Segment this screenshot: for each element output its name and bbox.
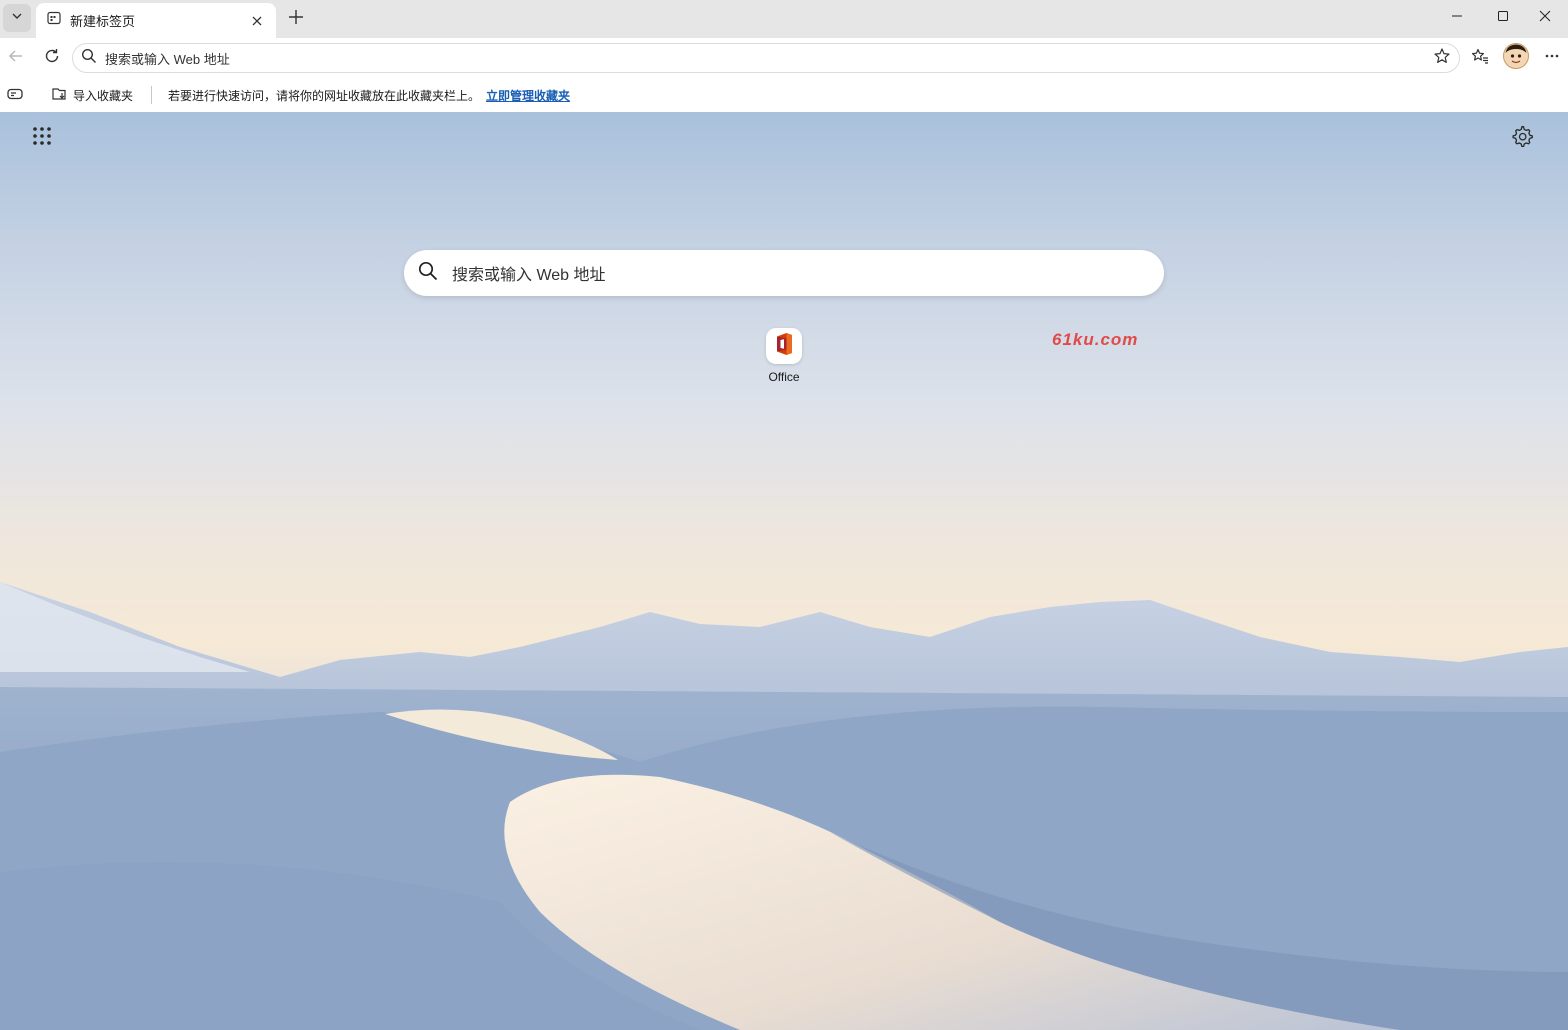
quick-link-label: Office	[768, 370, 800, 384]
import-favorites-button[interactable]: 导入收藏夹	[50, 78, 133, 112]
newtab-page-icon	[46, 10, 62, 31]
office-icon	[773, 332, 795, 361]
minimize-icon	[1451, 9, 1463, 27]
plus-icon	[288, 9, 304, 30]
quick-link-office[interactable]: Office	[754, 328, 814, 388]
manage-favorites-link[interactable]: 立即管理收藏夹	[486, 87, 570, 104]
new-tab-button[interactable]	[283, 6, 309, 32]
favorites-icon	[1471, 47, 1489, 70]
search-input[interactable]: 搜索或输入 Web 地址	[452, 261, 606, 285]
favorites-hint: 若要进行快速访问，请将你的网址收藏放在此收藏夹栏上。 立即管理收藏夹	[168, 78, 570, 112]
close-icon[interactable]	[248, 12, 266, 30]
favorites-bar: 导入收藏夹 若要进行快速访问，请将你的网址收藏放在此收藏夹栏上。 立即管理收藏夹	[0, 78, 1568, 112]
import-favorites-icon	[50, 85, 68, 106]
tab-actions-button[interactable]	[3, 4, 31, 32]
maximize-icon	[1497, 9, 1509, 27]
apps-launcher-button[interactable]	[28, 124, 56, 152]
tab-new-tab[interactable]: 新建标签页	[36, 3, 276, 38]
divider	[151, 86, 152, 104]
apps-grid-icon	[32, 126, 52, 151]
navigation-toolbar: 搜索或输入 Web 地址	[0, 38, 1568, 78]
more-icon	[1544, 48, 1560, 69]
profile-button[interactable]	[1502, 42, 1530, 74]
settings-and-more-button[interactable]	[1538, 44, 1566, 72]
watermark-text: 61ku.com	[1052, 330, 1139, 349]
sidebar-toggle-icon	[6, 85, 24, 106]
quick-link-tile[interactable]	[766, 328, 802, 364]
minimize-button[interactable]	[1434, 0, 1480, 36]
sidebar-toggle-button[interactable]	[6, 78, 24, 112]
chevron-down-icon	[10, 9, 24, 28]
new-tab-page: 搜索或输入 Web 地址 Office 61ku.com	[0, 112, 1568, 1030]
tab-strip: 新建标签页	[0, 0, 1568, 38]
favorites-hint-text: 若要进行快速访问，请将你的网址收藏放在此收藏夹栏上。	[168, 88, 481, 103]
maximize-button[interactable]	[1480, 0, 1526, 36]
back-icon	[7, 47, 25, 70]
search-icon	[81, 48, 97, 69]
tab-title: 新建标签页	[70, 14, 136, 29]
star-icon[interactable]	[1433, 47, 1451, 70]
page-settings-button[interactable]	[1508, 124, 1536, 152]
search-box[interactable]: 搜索或输入 Web 地址	[404, 250, 1164, 296]
avatar	[1503, 42, 1529, 74]
import-favorites-label: 导入收藏夹	[73, 88, 134, 103]
window-close-button[interactable]	[1522, 0, 1568, 36]
favorites-button[interactable]	[1466, 44, 1494, 72]
refresh-icon	[43, 47, 61, 70]
address-bar[interactable]: 搜索或输入 Web 地址	[72, 43, 1460, 73]
address-bar-text[interactable]: 搜索或输入 Web 地址	[105, 49, 1433, 68]
window-close-icon	[1539, 9, 1551, 27]
refresh-button[interactable]	[38, 44, 66, 72]
back-button[interactable]	[2, 44, 30, 72]
gear-icon	[1511, 125, 1533, 152]
search-icon	[418, 261, 438, 286]
